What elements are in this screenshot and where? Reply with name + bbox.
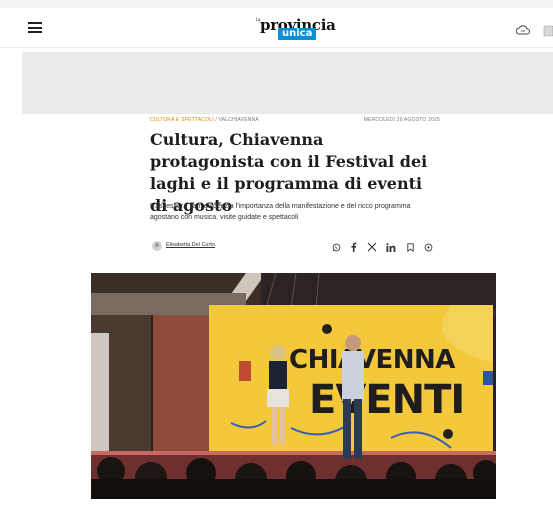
- article-hero-image[interactable]: CHIAVENNA EVENTI: [91, 273, 496, 499]
- x-icon[interactable]: [365, 240, 379, 254]
- weather-icon[interactable]: [515, 24, 530, 36]
- bookmark-icon[interactable]: [403, 240, 417, 254]
- facebook-icon[interactable]: [346, 240, 360, 254]
- more-icon[interactable]: [421, 240, 435, 254]
- whatsapp-icon[interactable]: [329, 240, 343, 254]
- banner-line1: CHIAVENNA: [289, 345, 455, 375]
- share-bar: [329, 240, 439, 254]
- article-subtitle: L'assessora Tam evidenzia l'importanza d…: [150, 203, 411, 221]
- category-link[interactable]: CULTURA E SPETTACOLI: [150, 117, 214, 123]
- breadcrumb-separator: /: [215, 117, 218, 123]
- hamburger-menu-icon[interactable]: [28, 22, 42, 33]
- advertisement-placeholder: [22, 52, 553, 114]
- author-link[interactable]: Elisabetta Del Curto: [166, 242, 215, 248]
- avatar: [152, 241, 162, 251]
- article-date: MERCOLEDÌ 20 AGOSTO 2025: [363, 117, 440, 123]
- category-breadcrumb[interactable]: CULTURA E SPETTACOLI / VALCHIAVENNA: [150, 117, 259, 123]
- linkedin-icon[interactable]: [384, 240, 398, 254]
- site-header: la provincia unica: [0, 0, 553, 48]
- profile-icon[interactable]: [543, 24, 553, 37]
- location-link[interactable]: VALCHIAVENNA: [219, 117, 259, 123]
- article-meta: CULTURA E SPETTACOLI / VALCHIAVENNA MERC…: [150, 117, 440, 125]
- banner-line2: EVENTI: [309, 377, 464, 423]
- header-top-strip: [0, 0, 553, 8]
- site-logo[interactable]: la provincia unica: [250, 16, 340, 44]
- logo-sub: unica: [278, 28, 317, 40]
